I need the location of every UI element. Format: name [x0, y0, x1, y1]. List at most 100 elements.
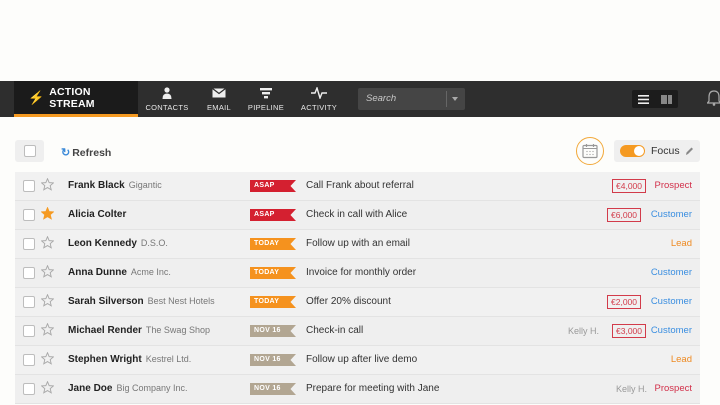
refresh-label: Refresh — [72, 147, 112, 159]
toggle-knob — [634, 146, 644, 156]
funnel-icon — [260, 86, 272, 100]
table-row[interactable]: Stephen Wright Kestrel Ltd. NOV 16 Follow u… — [15, 346, 700, 375]
calendar-icon — [582, 144, 598, 159]
table-row[interactable]: Sarah Silverson Best Nest Hotels TODAY Offe… — [15, 288, 700, 317]
contact-name[interactable]: Anna Dunne Acme Inc. — [68, 267, 171, 278]
contact-name-text: Stephen Wright — [68, 354, 142, 365]
contact-name-text: Sarah Silverson — [68, 296, 144, 307]
action-stream-list: Frank Black Gigantic ASAP Call Frank about … — [15, 172, 700, 404]
star-icon[interactable] — [40, 235, 55, 254]
contact-name-text: Jane Doe — [68, 383, 113, 394]
nav-email-label: EMAIL — [206, 103, 231, 112]
row-checkbox[interactable] — [23, 325, 35, 337]
nav-pipeline-label: PIPELINE — [247, 103, 285, 112]
focus-control: Focus — [614, 140, 700, 162]
table-row[interactable]: Leon Kennedy D.S.O. TODAY Follow up with an… — [15, 230, 700, 259]
row-checkbox[interactable] — [23, 238, 35, 250]
contact-name[interactable]: Leon Kennedy D.S.O. — [68, 238, 168, 249]
search-input[interactable]: Search — [358, 88, 465, 110]
deal-amount-badge: €4,000 — [612, 179, 646, 193]
status-label: Prospect — [654, 180, 693, 191]
star-icon[interactable] — [40, 293, 55, 312]
deal-amount-badge: €2,000 — [607, 295, 641, 309]
row-checkbox[interactable] — [23, 180, 35, 192]
due-tag: ASAP — [250, 209, 296, 221]
nav-pipeline[interactable]: PIPELINE — [246, 81, 286, 117]
checkbox-square — [23, 145, 36, 157]
task-text[interactable]: Offer 20% discount — [306, 296, 391, 307]
contact-name[interactable]: Jane Doe Big Company Inc. — [68, 383, 188, 394]
select-all-checkbox[interactable] — [15, 140, 44, 162]
nav-activity[interactable]: ACTIVITY — [298, 81, 340, 117]
task-text[interactable]: Check-in call — [306, 325, 363, 336]
due-tag: TODAY — [250, 296, 296, 308]
star-icon[interactable] — [40, 380, 55, 399]
contact-name[interactable]: Sarah Silverson Best Nest Hotels — [68, 296, 215, 307]
nav-action-stream[interactable]: ⚡ ACTION STREAM — [14, 81, 138, 117]
person-icon — [162, 86, 172, 100]
split-view-icon[interactable] — [655, 90, 678, 108]
star-icon[interactable] — [40, 177, 55, 196]
row-checkbox[interactable] — [23, 209, 35, 221]
due-tag: NOV 16 — [250, 354, 296, 366]
chevron-down-icon[interactable] — [452, 97, 458, 101]
table-row[interactable]: Jane Doe Big Company Inc. NOV 16 Prepare fo… — [15, 375, 700, 404]
calendar-button[interactable] — [576, 137, 604, 165]
bell-icon[interactable] — [706, 90, 720, 111]
status-label: Customer — [650, 209, 692, 220]
nav-email[interactable]: EMAIL — [200, 81, 238, 117]
nav-action-stream-label: ACTION STREAM — [49, 85, 95, 110]
status-label: Lead — [670, 354, 692, 365]
deal-amount-badge: €6,000 — [607, 208, 641, 222]
nav-contacts-label: CONTACTS — [145, 103, 189, 112]
contact-name[interactable]: Frank Black Gigantic — [68, 180, 162, 191]
contact-name[interactable]: Stephen Wright Kestrel Ltd. — [68, 354, 191, 365]
task-text[interactable]: Follow up with an email — [306, 238, 410, 249]
envelope-icon — [212, 86, 226, 100]
lightning-icon: ⚡ — [28, 89, 45, 105]
table-row[interactable]: Michael Render The Swag Shop NOV 16 Check-i… — [15, 317, 700, 346]
due-tag: ASAP — [250, 180, 296, 192]
star-icon[interactable] — [40, 206, 55, 225]
company-name: Kestrel Ltd. — [145, 354, 192, 364]
task-text[interactable]: Follow up after live demo — [306, 354, 417, 365]
owner-name: Kelly H. — [616, 384, 648, 394]
star-icon[interactable] — [40, 322, 55, 341]
contact-name[interactable]: Alicia Colter — [68, 209, 130, 220]
task-text[interactable]: Call Frank about referral — [306, 180, 414, 191]
search-divider — [446, 91, 447, 107]
table-row[interactable]: Alicia Colter ASAP Check in call with Alic… — [15, 201, 700, 230]
task-text[interactable]: Invoice for monthly order — [306, 267, 416, 278]
contact-name-text: Frank Black — [68, 180, 125, 191]
list-view-icon[interactable] — [632, 90, 655, 108]
row-checkbox[interactable] — [23, 267, 35, 279]
status-label: Customer — [650, 267, 692, 278]
company-name: Acme Inc. — [130, 267, 171, 277]
nav-activity-label: ACTIVITY — [300, 103, 338, 112]
company-name: Gigantic — [128, 180, 162, 190]
pencil-icon[interactable] — [684, 144, 694, 162]
row-checkbox[interactable] — [23, 383, 35, 395]
company-name: D.S.O. — [140, 238, 168, 248]
company-name: The Swag Shop — [145, 325, 210, 335]
row-checkbox[interactable] — [23, 354, 35, 366]
refresh-button[interactable]: ↻ Refresh — [61, 146, 111, 159]
task-text[interactable]: Check in call with Alice — [306, 209, 407, 220]
focus-label: Focus — [651, 145, 680, 157]
nav-contacts[interactable]: CONTACTS — [145, 81, 189, 117]
task-text[interactable]: Prepare for meeting with Jane — [306, 383, 439, 394]
focus-toggle[interactable] — [620, 145, 645, 157]
company-name: Best Nest Hotels — [147, 296, 215, 306]
status-label: Customer — [650, 325, 692, 336]
contact-name[interactable]: Michael Render The Swag Shop — [68, 325, 210, 336]
status-label: Customer — [650, 296, 692, 307]
table-row[interactable]: Anna Dunne Acme Inc. TODAY Invoice for mont… — [15, 259, 700, 288]
table-row[interactable]: Frank Black Gigantic ASAP Call Frank about … — [15, 172, 700, 201]
contact-name-text: Leon Kennedy — [68, 238, 137, 249]
row-checkbox[interactable] — [23, 296, 35, 308]
star-icon[interactable] — [40, 351, 55, 370]
refresh-icon: ↻ — [61, 147, 71, 159]
star-icon[interactable] — [40, 264, 55, 283]
deal-amount-badge: €3,000 — [612, 324, 646, 338]
contact-name-text: Michael Render — [68, 325, 142, 336]
